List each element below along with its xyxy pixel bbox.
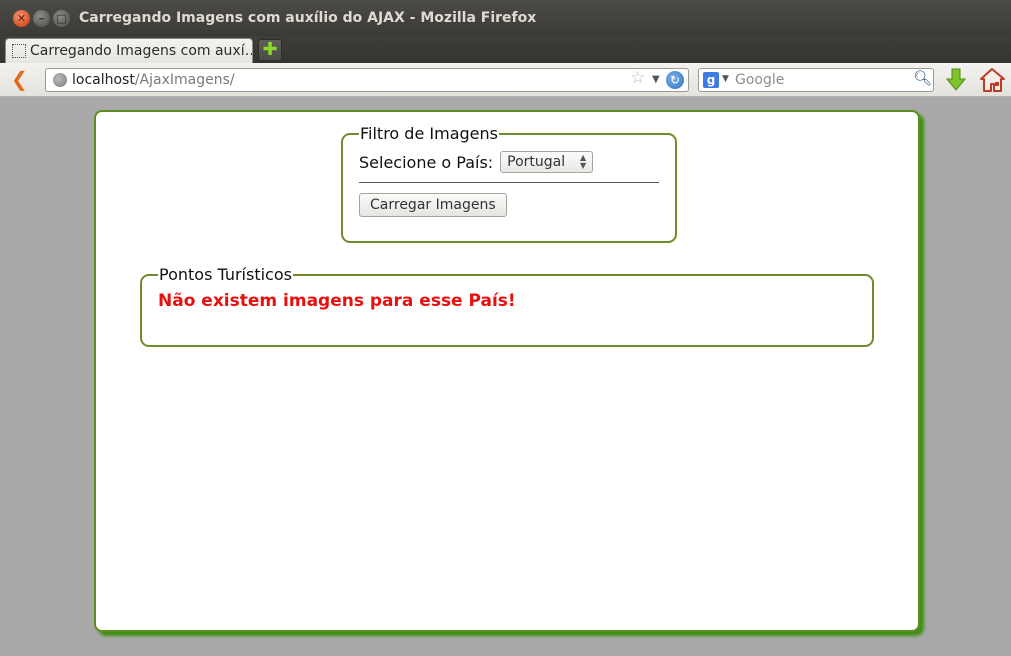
new-tab-button[interactable]: ✚ bbox=[258, 39, 282, 61]
window-controls: ✕ – □ bbox=[13, 10, 70, 27]
country-label: Selecione o País: bbox=[359, 152, 494, 172]
load-images-button[interactable]: Carregar Imagens bbox=[359, 193, 507, 217]
url-bar[interactable]: localhost/AjaxImagens/ ☆ ▼ ↻ bbox=[45, 68, 689, 92]
page-container: Filtro de Imagens Selecione o País: Port… bbox=[94, 110, 920, 632]
google-engine-icon[interactable]: g bbox=[703, 72, 719, 88]
url-path: /AjaxImagens/ bbox=[134, 72, 235, 88]
minimize-window-button[interactable]: – bbox=[33, 10, 50, 27]
country-selected-value: Portugal bbox=[507, 154, 566, 170]
home-icon[interactable] bbox=[979, 67, 1005, 93]
image-filter-fieldset: Filtro de Imagens Selecione o País: Port… bbox=[341, 124, 677, 243]
tab-active[interactable]: Carregando Imagens com auxí… bbox=[5, 38, 253, 63]
history-dropdown-icon[interactable]: ▼ bbox=[652, 74, 660, 85]
globe-icon bbox=[53, 73, 67, 87]
search-input[interactable] bbox=[735, 71, 905, 89]
back-arrow-icon[interactable]: ❮ bbox=[11, 69, 28, 89]
country-row: Selecione o País: Portugal ▲ ▼ bbox=[359, 151, 659, 173]
url-host: localhost bbox=[72, 72, 135, 88]
maximize-icon: □ bbox=[56, 12, 67, 25]
close-icon: ✕ bbox=[16, 12, 27, 25]
divider bbox=[359, 182, 659, 183]
tourist-spots-fieldset: Pontos Turísticos Não existem imagens pa… bbox=[140, 265, 874, 347]
search-magnifier-icon[interactable]: 🔍︎ bbox=[913, 71, 932, 86]
tourist-spots-legend: Pontos Turísticos bbox=[159, 265, 292, 284]
engine-dropdown-icon[interactable]: ▼ bbox=[722, 74, 729, 84]
window-title: Carregando Imagens com auxílio do AJAX -… bbox=[79, 10, 537, 26]
search-bar[interactable]: g ▼ 🔍︎ bbox=[698, 68, 934, 92]
reload-icon[interactable]: ↻ bbox=[666, 71, 684, 89]
download-arrow-icon[interactable] bbox=[946, 68, 966, 92]
select-spinner-icon: ▲ ▼ bbox=[580, 153, 587, 170]
no-images-message: Não existem imagens para esse País! bbox=[158, 291, 516, 311]
tab-strip: Carregando Imagens com auxí… ✚ bbox=[0, 36, 1011, 63]
minimize-icon: – bbox=[38, 12, 45, 25]
page-viewport: Filtro de Imagens Selecione o País: Port… bbox=[0, 98, 1011, 656]
navigation-toolbar: ❮ localhost/AjaxImagens/ ☆ ▼ ↻ g ▼ 🔍︎ bbox=[0, 63, 1011, 97]
window-titlebar: ✕ – □ Carregando Imagens com auxílio do … bbox=[0, 0, 1011, 36]
filter-legend: Filtro de Imagens bbox=[360, 124, 498, 143]
bookmark-star-icon[interactable]: ☆ bbox=[630, 70, 645, 87]
tab-label: Carregando Imagens com auxí… bbox=[30, 43, 253, 59]
plus-icon: ✚ bbox=[262, 39, 278, 60]
country-select[interactable]: Portugal ▲ ▼ bbox=[500, 151, 594, 173]
close-window-button[interactable]: ✕ bbox=[13, 10, 30, 27]
url-text[interactable]: localhost/AjaxImagens/ bbox=[72, 72, 235, 88]
maximize-window-button[interactable]: □ bbox=[53, 10, 70, 27]
page-favicon-icon bbox=[12, 44, 26, 58]
